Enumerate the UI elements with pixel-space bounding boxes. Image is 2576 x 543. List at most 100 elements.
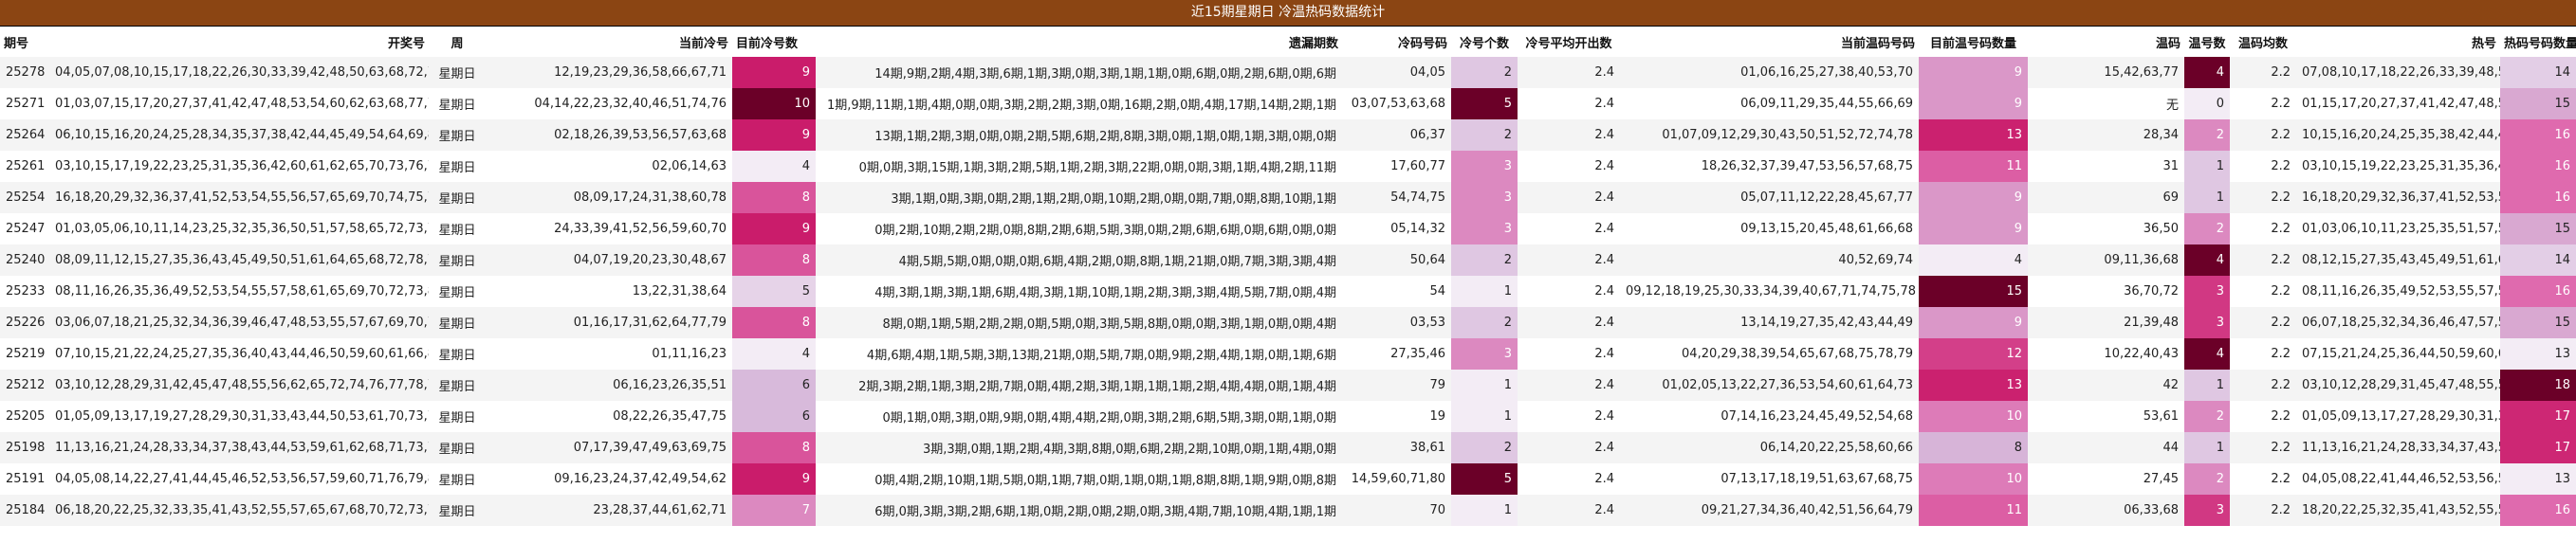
row-qihao: 25261 (0, 151, 49, 182)
col-header-cold-qty[interactable]: 冷号个数 (1451, 27, 1518, 57)
cold-count-cell: 6 (732, 401, 816, 432)
warm-count-cell: 9 (1919, 307, 2028, 338)
row-hot-numbers: 06,07,18,25,32,34,36,46,47,57,55,69,67,7… (2296, 307, 2500, 338)
table-row[interactable]: 25261 03,10,15,17,19,22,23,25,31,35,36,42… (0, 151, 2576, 182)
table-row[interactable]: 25233 08,11,16,26,35,36,49,52,53,54,55,57… (0, 276, 2576, 307)
row-zhou: 星期日 (429, 307, 486, 338)
row-kaijiang: 11,13,16,21,24,28,33,34,37,38,43,44,53,5… (49, 432, 429, 463)
row-cold-avg: 2.4 (1518, 182, 1620, 213)
row-zhou: 星期日 (429, 276, 486, 307)
cold-count-cell: 8 (732, 182, 816, 213)
cold-qty-cell: 1 (1451, 401, 1518, 432)
col-header-cold-numbers[interactable]: 冷码号码 (1342, 27, 1451, 57)
col-header-warm-numbers[interactable]: 温码 (2028, 27, 2184, 57)
hot-count-cell: 15 (2500, 88, 2576, 119)
row-current-cold: 04,07,19,20,23,30,48,67 (486, 244, 732, 276)
col-header-cold-avg[interactable]: 冷号平均开出数 (1518, 27, 1620, 57)
row-warm-numbers: 36,70,72 (2028, 276, 2184, 307)
table-row[interactable]: 25271 01,03,07,15,17,20,27,37,41,42,47,48… (0, 88, 2576, 119)
cold-count-cell: 9 (732, 57, 816, 88)
table-row[interactable]: 25278 04,05,07,08,10,15,17,18,22,26,30,33… (0, 57, 2576, 88)
row-missing-periods: 0期,4期,2期,10期,1期,5期,0期,1期,7期,0期,1期,0期,1期,… (816, 463, 1342, 495)
row-zhou: 星期日 (429, 57, 486, 88)
table-row[interactable]: 25212 03,10,12,28,29,31,42,45,47,48,55,56… (0, 370, 2576, 401)
table-row[interactable]: 25205 01,05,09,13,17,19,27,28,29,30,31,33… (0, 401, 2576, 432)
col-header-hot-count[interactable]: 热码号码数量 (2500, 27, 2576, 57)
row-cold-numbers: 54,74,75 (1342, 182, 1451, 213)
warm-count-cell: 4 (1919, 244, 2028, 276)
row-warm-numbers: 53,61 (2028, 401, 2184, 432)
row-missing-periods: 0期,1期,0期,3期,0期,9期,0期,4期,4期,2期,0期,3期,2期,6… (816, 401, 1342, 432)
row-qihao: 25226 (0, 307, 49, 338)
row-hot-numbers: 03,10,12,28,29,31,45,47,48,55,56,62,65,7… (2296, 370, 2500, 401)
table-row[interactable]: 25184 06,18,20,22,25,32,33,35,41,43,52,55… (0, 495, 2576, 526)
table-row[interactable]: 25198 11,13,16,21,24,28,33,34,37,38,43,44… (0, 432, 2576, 463)
table-row[interactable]: 25240 08,09,11,12,15,27,35,36,43,45,49,50… (0, 244, 2576, 276)
row-kaijiang: 06,10,15,16,20,24,25,28,34,35,37,38,42,4… (49, 119, 429, 151)
row-warm-avg: 2.2 (2230, 463, 2296, 495)
row-qihao: 25198 (0, 432, 49, 463)
row-qihao: 25205 (0, 401, 49, 432)
col-header-kaijiang[interactable]: 开奖号 (49, 27, 429, 57)
row-current-cold: 01,16,17,31,62,64,77,79 (486, 307, 732, 338)
row-qihao: 25212 (0, 370, 49, 401)
warm-qty-cell: 4 (2184, 338, 2230, 370)
row-zhou: 星期日 (429, 338, 486, 370)
row-current-warm: 01,07,09,12,29,30,43,50,51,52,72,74,78 (1620, 119, 1919, 151)
col-header-current-warm[interactable]: 当前温码号码 (1620, 27, 1919, 57)
row-warm-numbers: 44 (2028, 432, 2184, 463)
col-header-hot-numbers[interactable]: 热号 (2296, 27, 2500, 57)
row-hot-numbers: 18,20,22,25,32,35,41,43,52,55,57,65,67,7… (2296, 495, 2500, 526)
row-cold-numbers: 19 (1342, 401, 1451, 432)
row-current-cold: 02,18,26,39,53,56,57,63,68 (486, 119, 732, 151)
row-hot-numbers: 04,05,08,22,41,44,46,52,53,56,57,71,79 (2296, 463, 2500, 495)
row-kaijiang: 16,18,20,29,32,36,37,41,52,53,54,55,56,5… (49, 182, 429, 213)
table-row[interactable]: 25226 03,06,07,18,21,25,32,34,36,39,46,47… (0, 307, 2576, 338)
cold-count-cell: 8 (732, 432, 816, 463)
col-header-warm-avg[interactable]: 温码均数 (2230, 27, 2296, 57)
row-warm-numbers: 31 (2028, 151, 2184, 182)
row-current-warm: 06,09,11,29,35,44,55,66,69 (1620, 88, 1919, 119)
cold-qty-cell: 3 (1451, 213, 1518, 244)
row-missing-periods: 3期,1期,0期,3期,0期,2期,1期,2期,0期,10期,2期,0期,0期,… (816, 182, 1342, 213)
col-header-current-cold[interactable]: 当前冷号 (486, 27, 732, 57)
warm-qty-cell: 3 (2184, 495, 2230, 526)
row-zhou: 星期日 (429, 495, 486, 526)
row-current-cold: 12,19,23,29,36,58,66,67,71 (486, 57, 732, 88)
warm-count-cell: 9 (1919, 213, 2028, 244)
col-header-missing-periods[interactable]: 遗漏期数 (816, 27, 1342, 57)
row-hot-numbers: 16,18,20,29,32,36,37,41,52,53,55,56,57,6… (2296, 182, 2500, 213)
hot-count-cell: 14 (2500, 244, 2576, 276)
row-zhou: 星期日 (429, 401, 486, 432)
hot-count-cell: 18 (2500, 370, 2576, 401)
col-header-zhou[interactable]: 周 (429, 27, 486, 57)
warm-qty-cell: 2 (2184, 463, 2230, 495)
row-qihao: 25264 (0, 119, 49, 151)
cold-count-cell: 6 (732, 370, 816, 401)
row-missing-periods: 3期,3期,0期,1期,2期,4期,3期,8期,0期,6期,2期,2期,10期,… (816, 432, 1342, 463)
row-hot-numbers: 10,15,16,20,24,25,35,38,42,44,45,49,54,6… (2296, 119, 2500, 151)
cold-qty-cell: 3 (1451, 338, 1518, 370)
row-missing-periods: 4期,5期,5期,0期,0期,0期,6期,4期,2期,0期,8期,1期,21期,… (816, 244, 1342, 276)
row-missing-periods: 13期,1期,2期,3期,0期,0期,2期,5期,6期,2期,8期,3期,0期,… (816, 119, 1342, 151)
table-row[interactable]: 25219 07,10,15,21,22,24,25,27,35,36,40,43… (0, 338, 2576, 370)
col-header-warm-qty[interactable]: 温号数 (2184, 27, 2230, 57)
warm-count-cell: 11 (1919, 495, 2028, 526)
cold-qty-cell: 3 (1451, 182, 1518, 213)
table-row[interactable]: 25191 04,05,08,14,22,27,41,44,45,46,52,53… (0, 463, 2576, 495)
table-row[interactable]: 25247 01,03,05,06,10,11,14,23,25,32,35,36… (0, 213, 2576, 244)
row-hot-numbers: 07,15,21,24,25,36,44,50,59,60,61,66,80 (2296, 338, 2500, 370)
col-header-cold-count[interactable]: 目前冷号数 (732, 27, 816, 57)
cold-count-cell: 5 (732, 276, 816, 307)
col-header-qihao[interactable]: 期号 (0, 27, 49, 57)
table-row[interactable]: 25254 16,18,20,29,32,36,37,41,52,53,54,55… (0, 182, 2576, 213)
warm-qty-cell: 0 (2184, 88, 2230, 119)
row-current-cold: 04,14,22,23,32,40,46,51,74,76 (486, 88, 732, 119)
table-row[interactable]: 25264 06,10,15,16,20,24,25,28,34,35,37,38… (0, 119, 2576, 151)
row-warm-avg: 2.2 (2230, 370, 2296, 401)
hot-count-cell: 17 (2500, 432, 2576, 463)
row-hot-numbers: 01,15,17,20,27,37,41,42,47,48,54,60,62,7… (2296, 88, 2500, 119)
row-warm-numbers: 27,45 (2028, 463, 2184, 495)
col-header-warm-count[interactable]: 目前温号码数量 (1919, 27, 2028, 57)
row-current-warm: 18,26,32,37,39,47,53,56,57,68,75 (1620, 151, 1919, 182)
